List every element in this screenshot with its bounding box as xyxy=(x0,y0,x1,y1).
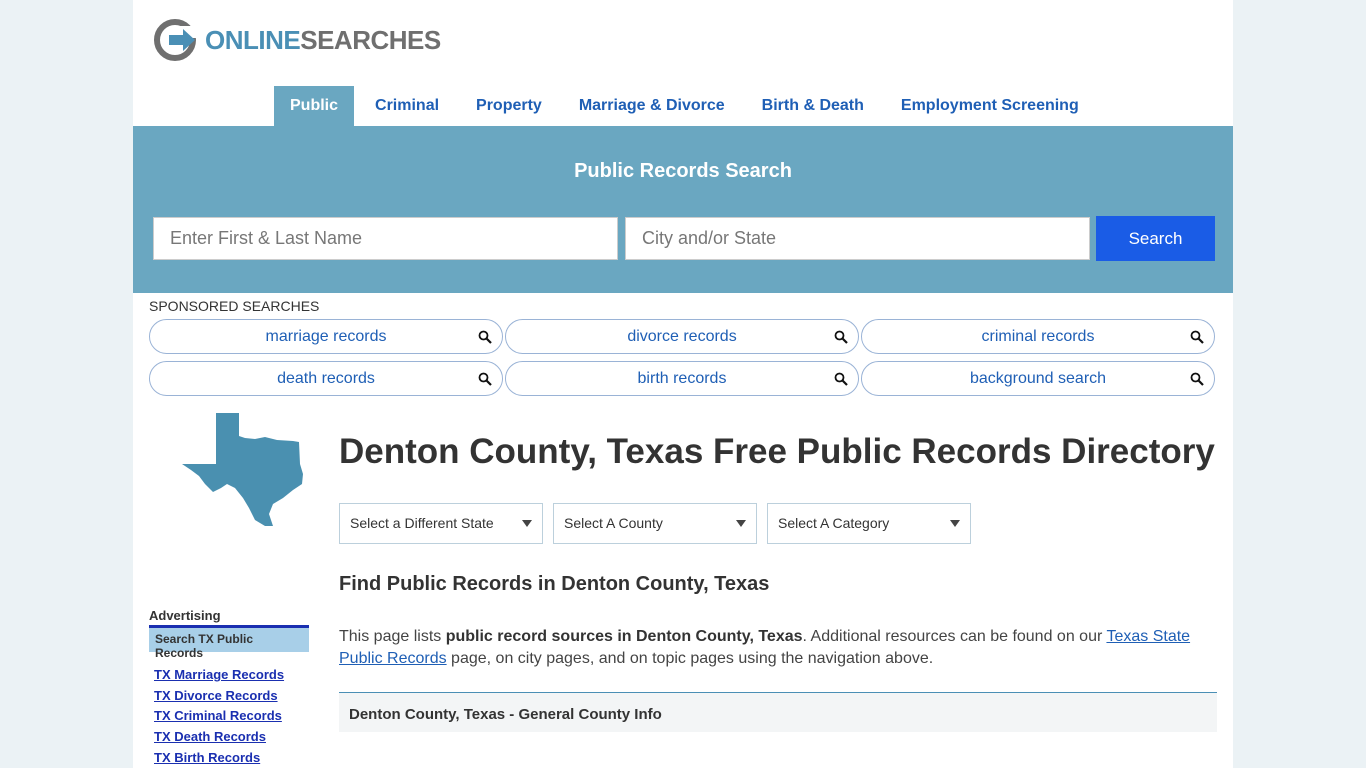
county-select[interactable]: Select A County xyxy=(553,503,757,544)
pill-label: birth records xyxy=(637,370,727,387)
category-select-value: Select A Category xyxy=(778,515,890,531)
advertising-sidebar: Advertising Search TX Public Records TX … xyxy=(149,608,309,768)
logo-text-searches: SEARCHES xyxy=(300,24,441,55)
filter-selects: Select a Different State Select A County… xyxy=(339,503,1217,544)
state-select-value: Select a Different State xyxy=(350,515,494,531)
search-icon xyxy=(478,372,492,386)
sidebar-links: TX Marriage Records TX Divorce Records T… xyxy=(149,665,309,768)
caret-down-icon xyxy=(522,520,532,527)
search-icon xyxy=(1190,372,1204,386)
sidebar-link-death[interactable]: TX Death Records xyxy=(154,727,309,748)
pill-label: divorce records xyxy=(627,328,737,345)
sidebar-link-criminal[interactable]: TX Criminal Records xyxy=(154,706,309,727)
nav-birth-death[interactable]: Birth & Death xyxy=(746,86,880,126)
caret-down-icon xyxy=(736,520,746,527)
sponsored-pill-criminal[interactable]: criminal records xyxy=(861,319,1215,354)
hero-title: Public Records Search xyxy=(574,160,792,182)
sponsored-pill-background[interactable]: background search xyxy=(861,361,1215,396)
logo-arrow-icon xyxy=(154,19,197,61)
logo-text-online: ONLINE xyxy=(205,24,301,55)
sidebar-heading: Search TX Public Records xyxy=(149,625,309,660)
sidebar-link-marriage[interactable]: TX Marriage Records xyxy=(154,665,309,686)
pill-label: background search xyxy=(969,370,1107,387)
general-info-header: Denton County, Texas - General County In… xyxy=(339,692,1217,732)
advertising-label: Advertising xyxy=(149,608,221,623)
sponsored-pill-birth[interactable]: birth records xyxy=(505,361,859,396)
nav-property[interactable]: Property xyxy=(460,86,558,126)
sponsored-pill-marriage[interactable]: marriage records xyxy=(149,319,503,354)
search-hero: Public Records Search Search xyxy=(133,126,1233,293)
sponsored-pill-death[interactable]: death records xyxy=(149,361,503,396)
intro-text-2: . Additional resources can be found on o… xyxy=(802,628,1107,645)
intro-paragraph: This page lists public record sources in… xyxy=(339,626,1217,670)
logo-text: ONLINESEARCHES xyxy=(205,25,441,56)
sidebar-link-divorce[interactable]: TX Divorce Records xyxy=(154,686,309,707)
category-select[interactable]: Select A Category xyxy=(767,503,971,544)
search-icon xyxy=(1190,330,1204,344)
nav-public[interactable]: Public xyxy=(274,86,355,126)
sponsored-label: SPONSORED SEARCHES xyxy=(149,298,320,314)
sidebar-link-birth[interactable]: TX Birth Records xyxy=(154,748,309,768)
main-content: Denton County, Texas Free Public Records… xyxy=(339,424,1217,732)
search-icon xyxy=(834,372,848,386)
intro-text-3: page, on city pages, and on topic pages … xyxy=(446,650,934,667)
county-select-value: Select A County xyxy=(564,515,663,531)
name-input[interactable] xyxy=(153,217,618,260)
intro-bold: public record sources in Denton County, … xyxy=(445,628,803,645)
texas-map-icon xyxy=(182,413,303,526)
state-select[interactable]: Select a Different State xyxy=(339,503,543,544)
site-logo[interactable]: ONLINESEARCHES xyxy=(153,18,441,62)
nav-criminal[interactable]: Criminal xyxy=(359,86,455,126)
main-nav: Public Criminal Property Marriage & Divo… xyxy=(274,86,1100,126)
intro-text-1: This page lists xyxy=(339,628,446,645)
section-heading: Find Public Records in Denton County, Te… xyxy=(339,573,770,595)
nav-marriage-divorce[interactable]: Marriage & Divorce xyxy=(563,86,741,126)
sponsored-pill-divorce[interactable]: divorce records xyxy=(505,319,859,354)
nav-employment-screening[interactable]: Employment Screening xyxy=(885,86,1095,126)
city-state-input[interactable] xyxy=(625,217,1090,260)
page-container: ONLINESEARCHES Public Criminal Property … xyxy=(133,0,1233,768)
search-icon xyxy=(478,330,492,344)
page-title: Denton County, Texas Free Public Records… xyxy=(339,432,1215,471)
search-button[interactable]: Search xyxy=(1096,216,1215,261)
search-icon xyxy=(834,330,848,344)
pill-label: death records xyxy=(277,370,375,387)
pill-label: marriage records xyxy=(265,328,387,345)
caret-down-icon xyxy=(950,520,960,527)
pill-label: criminal records xyxy=(981,328,1095,345)
sponsored-searches: marriage records divorce records crimina… xyxy=(149,319,1215,396)
